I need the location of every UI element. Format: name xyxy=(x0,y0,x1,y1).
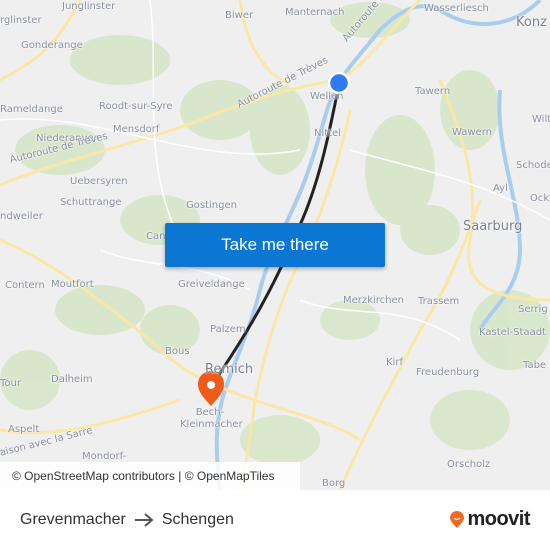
origin-marker-blue-dot-icon[interactable] xyxy=(327,71,351,95)
place-label: Biwer xyxy=(225,10,254,21)
place-label: Tour xyxy=(0,378,21,389)
place-label: Kirf xyxy=(386,357,403,368)
brand-name: moovit xyxy=(467,508,530,530)
place-label: Wawern xyxy=(452,127,492,138)
place-label: Freudenburg xyxy=(416,367,480,378)
place-label: Contern xyxy=(5,280,45,291)
place-label: Wilt xyxy=(532,114,550,125)
route-title: Grevenmacher Schengen xyxy=(20,511,234,529)
place-label: Gonderange xyxy=(21,40,83,51)
place-label: Schoden xyxy=(516,160,550,171)
take-me-there-button[interactable]: Take me there xyxy=(165,223,385,267)
place-label: Mensdorf xyxy=(113,124,160,135)
place-label: Palzem xyxy=(210,324,246,335)
place-label: Tabe xyxy=(523,360,547,371)
map[interactable]: Junglinster rglinster Gonderange Biwer M… xyxy=(0,0,550,490)
place-label: Rameldange xyxy=(0,104,63,115)
place-label: Junglinster xyxy=(62,1,116,12)
place-label: ndweiler xyxy=(0,211,43,222)
place-label: Greiveldange xyxy=(178,279,245,290)
map-attribution[interactable]: © OpenStreetMap contributors | © OpenMap… xyxy=(0,462,300,490)
place-label: Bous xyxy=(165,346,190,357)
moovit-logo[interactable]: moovit xyxy=(449,508,530,531)
place-label: Remich xyxy=(205,362,254,377)
place-label: Orscholz xyxy=(447,459,491,470)
place-label: Konz xyxy=(516,15,547,30)
place-label: Roodt-sur-Syre xyxy=(99,101,173,112)
place-label: Trassem xyxy=(418,296,460,307)
place-label: Tawern xyxy=(415,86,451,97)
place-label: Manternach xyxy=(285,7,345,18)
place-label: Kastel-Staadt xyxy=(479,327,546,338)
place-label: Mondorf- xyxy=(82,451,127,462)
place-label: Borg xyxy=(322,478,346,489)
place-label: Wellen xyxy=(310,91,344,102)
place-label: Can xyxy=(146,231,166,242)
place-label: Schuttrange xyxy=(60,197,122,208)
place-label: Merzkirchen xyxy=(343,295,404,306)
place-label: Bech-Kleinmacher xyxy=(180,407,243,430)
place-label: rglinster xyxy=(0,15,42,26)
arrow-right-icon xyxy=(134,513,154,527)
place-label: Moutfort xyxy=(51,279,94,290)
place-label: Aspelt xyxy=(8,424,40,435)
place-label: Saarburg xyxy=(463,219,523,234)
place-label: Wasserliesch xyxy=(424,3,489,14)
origin-name: Grevenmacher xyxy=(20,511,126,528)
place-label: Ayl xyxy=(493,183,508,194)
place-label: Nittel xyxy=(314,128,342,139)
destination-name: Schengen xyxy=(161,511,234,528)
footer: Grevenmacher Schengen moovit xyxy=(0,490,550,550)
place-label: Ockf xyxy=(530,193,550,204)
place-label: Serrig xyxy=(518,304,548,315)
moovit-pin-icon xyxy=(450,510,465,528)
place-label: Uebersyren xyxy=(70,176,128,187)
place-label: Gostingen xyxy=(186,200,237,211)
place-label: Dalheim xyxy=(51,374,93,385)
